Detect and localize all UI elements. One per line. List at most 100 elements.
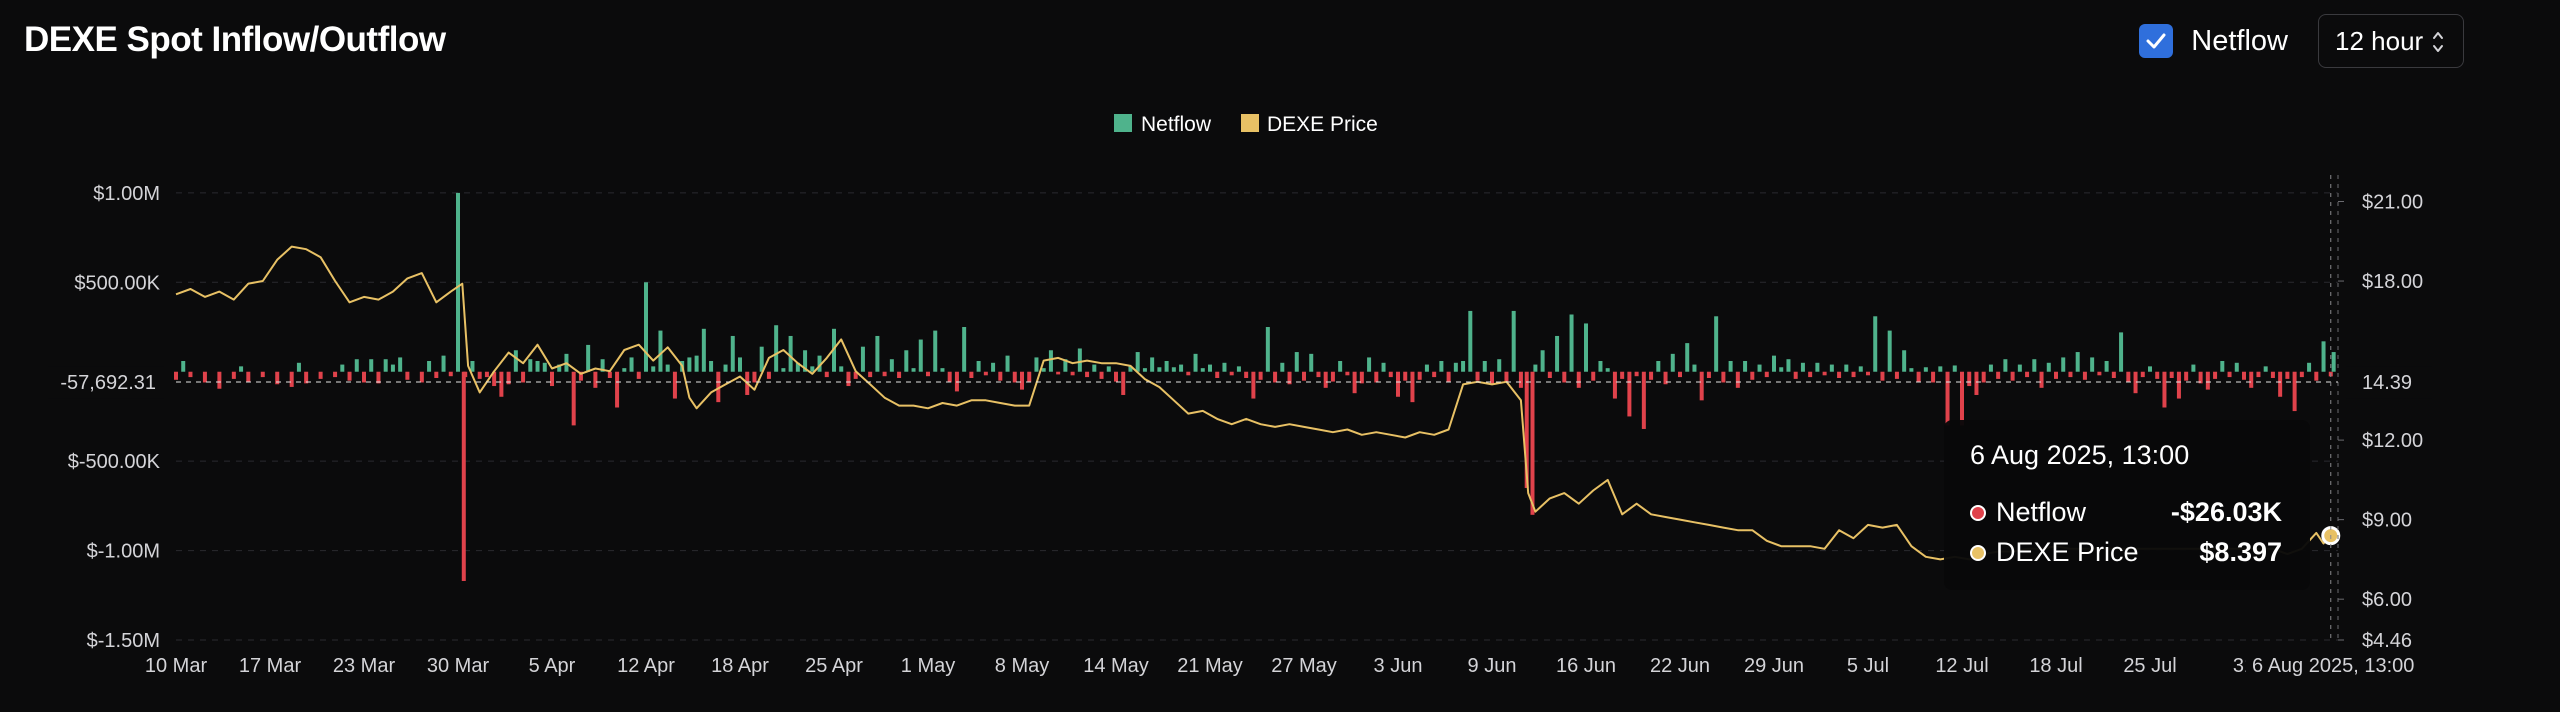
netflow-bar — [636, 371, 641, 379]
netflow-bar — [2046, 362, 2051, 372]
netflow-bar — [1829, 364, 1834, 372]
netflow-bar — [1988, 364, 1993, 372]
netflow-bar — [1309, 353, 1314, 372]
netflow-bar — [1135, 352, 1140, 372]
netflow-bar — [1858, 366, 1863, 372]
x-tick-label: 21 May — [1177, 655, 1243, 677]
netflow-bar — [918, 339, 923, 372]
netflow-bar — [550, 371, 554, 387]
legend-swatch-netflow — [1114, 114, 1132, 132]
netflow-bar — [1894, 371, 1899, 379]
netflow-bar — [738, 357, 742, 372]
netflow-bar — [998, 371, 1003, 381]
netflow-bar — [1439, 361, 1444, 372]
x-tick-label: 25 Jul — [2123, 655, 2176, 677]
netflow-bar — [860, 346, 865, 372]
netflow-bar — [1670, 353, 1675, 372]
netflow-bar — [824, 371, 829, 378]
netflow-bar — [2111, 371, 2116, 378]
netflow-bar — [2331, 352, 2336, 372]
netflow-bar — [1114, 371, 1118, 382]
netflow-bar — [2176, 371, 2181, 399]
netflow-bar — [1808, 371, 1813, 378]
legend-label-netflow[interactable]: Netflow — [1141, 113, 1212, 136]
netflow-bar — [1323, 371, 1328, 388]
netflow-bar — [2234, 362, 2239, 372]
netflow-bar — [246, 371, 251, 382]
netflow-bar — [333, 371, 338, 378]
netflow-bar — [2119, 332, 2124, 372]
netflow-bar — [231, 371, 236, 379]
netflow-bar — [1923, 367, 1928, 372]
netflow-bar — [766, 371, 771, 379]
netflow-bar — [926, 371, 930, 377]
netflow-bar — [456, 192, 460, 372]
netflow-bar — [1678, 371, 1682, 378]
x-tick-label: 12 Jul — [1935, 655, 1988, 677]
netflow-bar — [1461, 361, 1466, 372]
netflow-chart[interactable]: Netflow DEXE Price $1.00M $500.00K $-500.0… — [0, 0, 2560, 712]
legend-label-price[interactable]: DEXE Price — [1267, 113, 1378, 136]
netflow-bar — [2169, 371, 2174, 378]
netflow-bar — [1193, 353, 1198, 372]
netflow-bar — [1273, 371, 1278, 383]
netflow-bar — [976, 361, 981, 372]
x-tick-label: 18 Jul — [2029, 655, 2082, 677]
netflow-bar — [434, 371, 439, 378]
netflow-bar — [593, 371, 598, 388]
netflow-bar — [2003, 359, 2008, 372]
x-tick-label: 22 Jun — [1650, 655, 1710, 677]
netflow-bar — [1656, 361, 1661, 372]
netflow-bar — [477, 371, 482, 379]
netflow-bar — [1873, 316, 1878, 372]
netflow-bar — [484, 371, 489, 378]
netflow-bar — [405, 371, 410, 380]
x-tick-label: 1 May — [901, 655, 955, 677]
netflow-bar — [752, 371, 757, 383]
netflow-bar — [644, 282, 648, 372]
netflow-bar — [1620, 371, 1625, 379]
netflow-bar — [2032, 359, 2037, 372]
netflow-bar — [1540, 350, 1545, 372]
left-tick-label: $-1.00M — [87, 541, 160, 563]
x-tick-label: 5 Jul — [1847, 655, 1889, 677]
netflow-bar — [470, 361, 475, 372]
tooltip-label: Netflow — [1996, 497, 2087, 527]
left-axis: $1.00M $500.00K $-500.00K $-1.00M $-1.50M — [68, 183, 161, 652]
netflow-bar — [1302, 371, 1306, 381]
netflow-bar — [2205, 371, 2210, 390]
netflow-bar — [1721, 371, 1726, 383]
netflow-bar — [318, 371, 323, 379]
netflow-bar — [629, 357, 634, 372]
netflow-bar — [260, 371, 265, 378]
netflow-bar — [586, 344, 591, 372]
netflow-bar — [1338, 361, 1343, 372]
netflow-bar — [1453, 362, 1458, 372]
netflow-bar — [1294, 352, 1299, 372]
netflow-bar — [2220, 361, 2225, 372]
netflow-bar — [1020, 371, 1024, 390]
x-tick-label: 14 May — [1083, 655, 1149, 677]
netflow-bar — [933, 330, 938, 372]
netflow-bar — [1244, 371, 1249, 378]
netflow-bar — [1150, 357, 1155, 372]
netflow-bar — [2321, 341, 2326, 372]
netflow-bar — [1967, 371, 1972, 387]
netflow-bar — [1468, 310, 1473, 372]
netflow-bar — [1208, 364, 1212, 372]
netflow-bar — [969, 371, 974, 378]
right-tick-label: $9.00 — [2362, 510, 2412, 532]
netflow-bar — [362, 371, 366, 383]
netflow-bar — [1757, 364, 1762, 372]
netflow-bar — [1121, 371, 1126, 395]
netflow-bar — [1403, 371, 1408, 381]
netflow-bar — [940, 368, 945, 372]
netflow-bar — [1171, 367, 1176, 372]
netflow-bar — [1960, 371, 1964, 426]
netflow-bar — [1330, 371, 1335, 382]
netflow-bar — [1497, 359, 1502, 372]
netflow-bar — [2155, 371, 2160, 379]
netflow-bar — [1743, 361, 1748, 372]
netflow-bar — [1641, 371, 1646, 429]
netflow-bar — [1316, 371, 1321, 378]
